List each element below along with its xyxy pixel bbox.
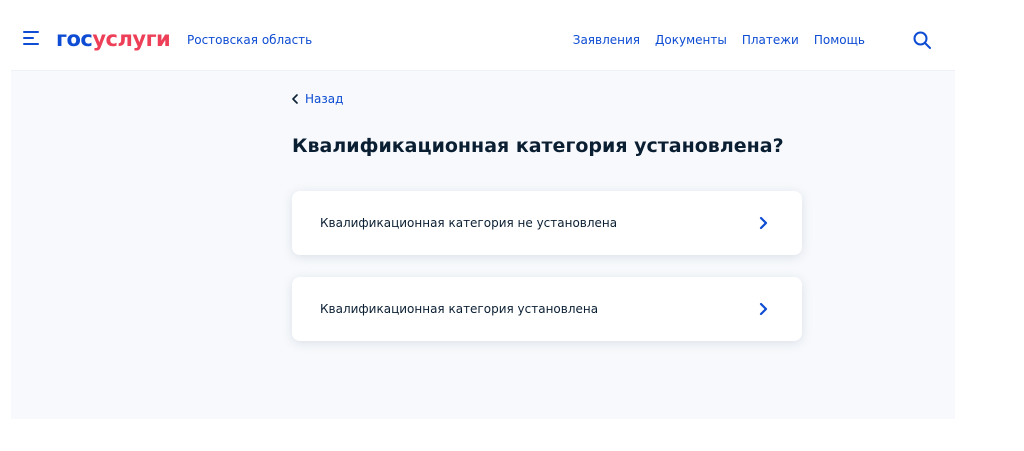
option-category-not-established[interactable]: Квалификационная категория не установлен… bbox=[292, 191, 802, 255]
main-nav: Заявления Документы Платежи Помощь bbox=[573, 32, 865, 48]
search-icon[interactable] bbox=[912, 30, 932, 50]
header: госуслуги Ростовская область Заявления Д… bbox=[0, 0, 956, 70]
option-label: Квалификационная категория не установлен… bbox=[320, 216, 618, 230]
nav-item-documents[interactable]: Документы bbox=[655, 32, 727, 48]
nav-item-applications[interactable]: Заявления bbox=[573, 32, 640, 48]
chevron-left-icon bbox=[292, 94, 298, 104]
nav-item-help[interactable]: Помощь bbox=[814, 32, 865, 48]
logo-part-gos: гос bbox=[56, 27, 93, 51]
nav-item-payments[interactable]: Платежи bbox=[742, 32, 799, 48]
chevron-right-icon bbox=[759, 216, 768, 230]
menu-line bbox=[23, 43, 39, 45]
menu-line bbox=[23, 31, 39, 33]
page-title: Квалификационная категория установлена? bbox=[292, 135, 784, 157]
option-category-established[interactable]: Квалификационная категория установлена bbox=[292, 277, 802, 341]
menu-line bbox=[23, 37, 34, 39]
logo[interactable]: госуслуги bbox=[56, 24, 171, 54]
region-selector[interactable]: Ростовская область bbox=[187, 32, 312, 48]
header-bar: госуслуги Ростовская область Заявления Д… bbox=[0, 0, 956, 70]
search-icon-graphic bbox=[913, 31, 931, 49]
option-label: Квалификационная категория установлена bbox=[320, 302, 599, 316]
chevron-right-icon bbox=[759, 302, 768, 316]
logo-part-uslugi: услуги bbox=[92, 27, 171, 51]
main-content: Назад Квалификационная категория установ… bbox=[11, 70, 955, 419]
back-link-label: Назад bbox=[305, 92, 344, 106]
back-link[interactable]: Назад bbox=[292, 91, 343, 107]
menu-icon[interactable] bbox=[23, 31, 39, 45]
